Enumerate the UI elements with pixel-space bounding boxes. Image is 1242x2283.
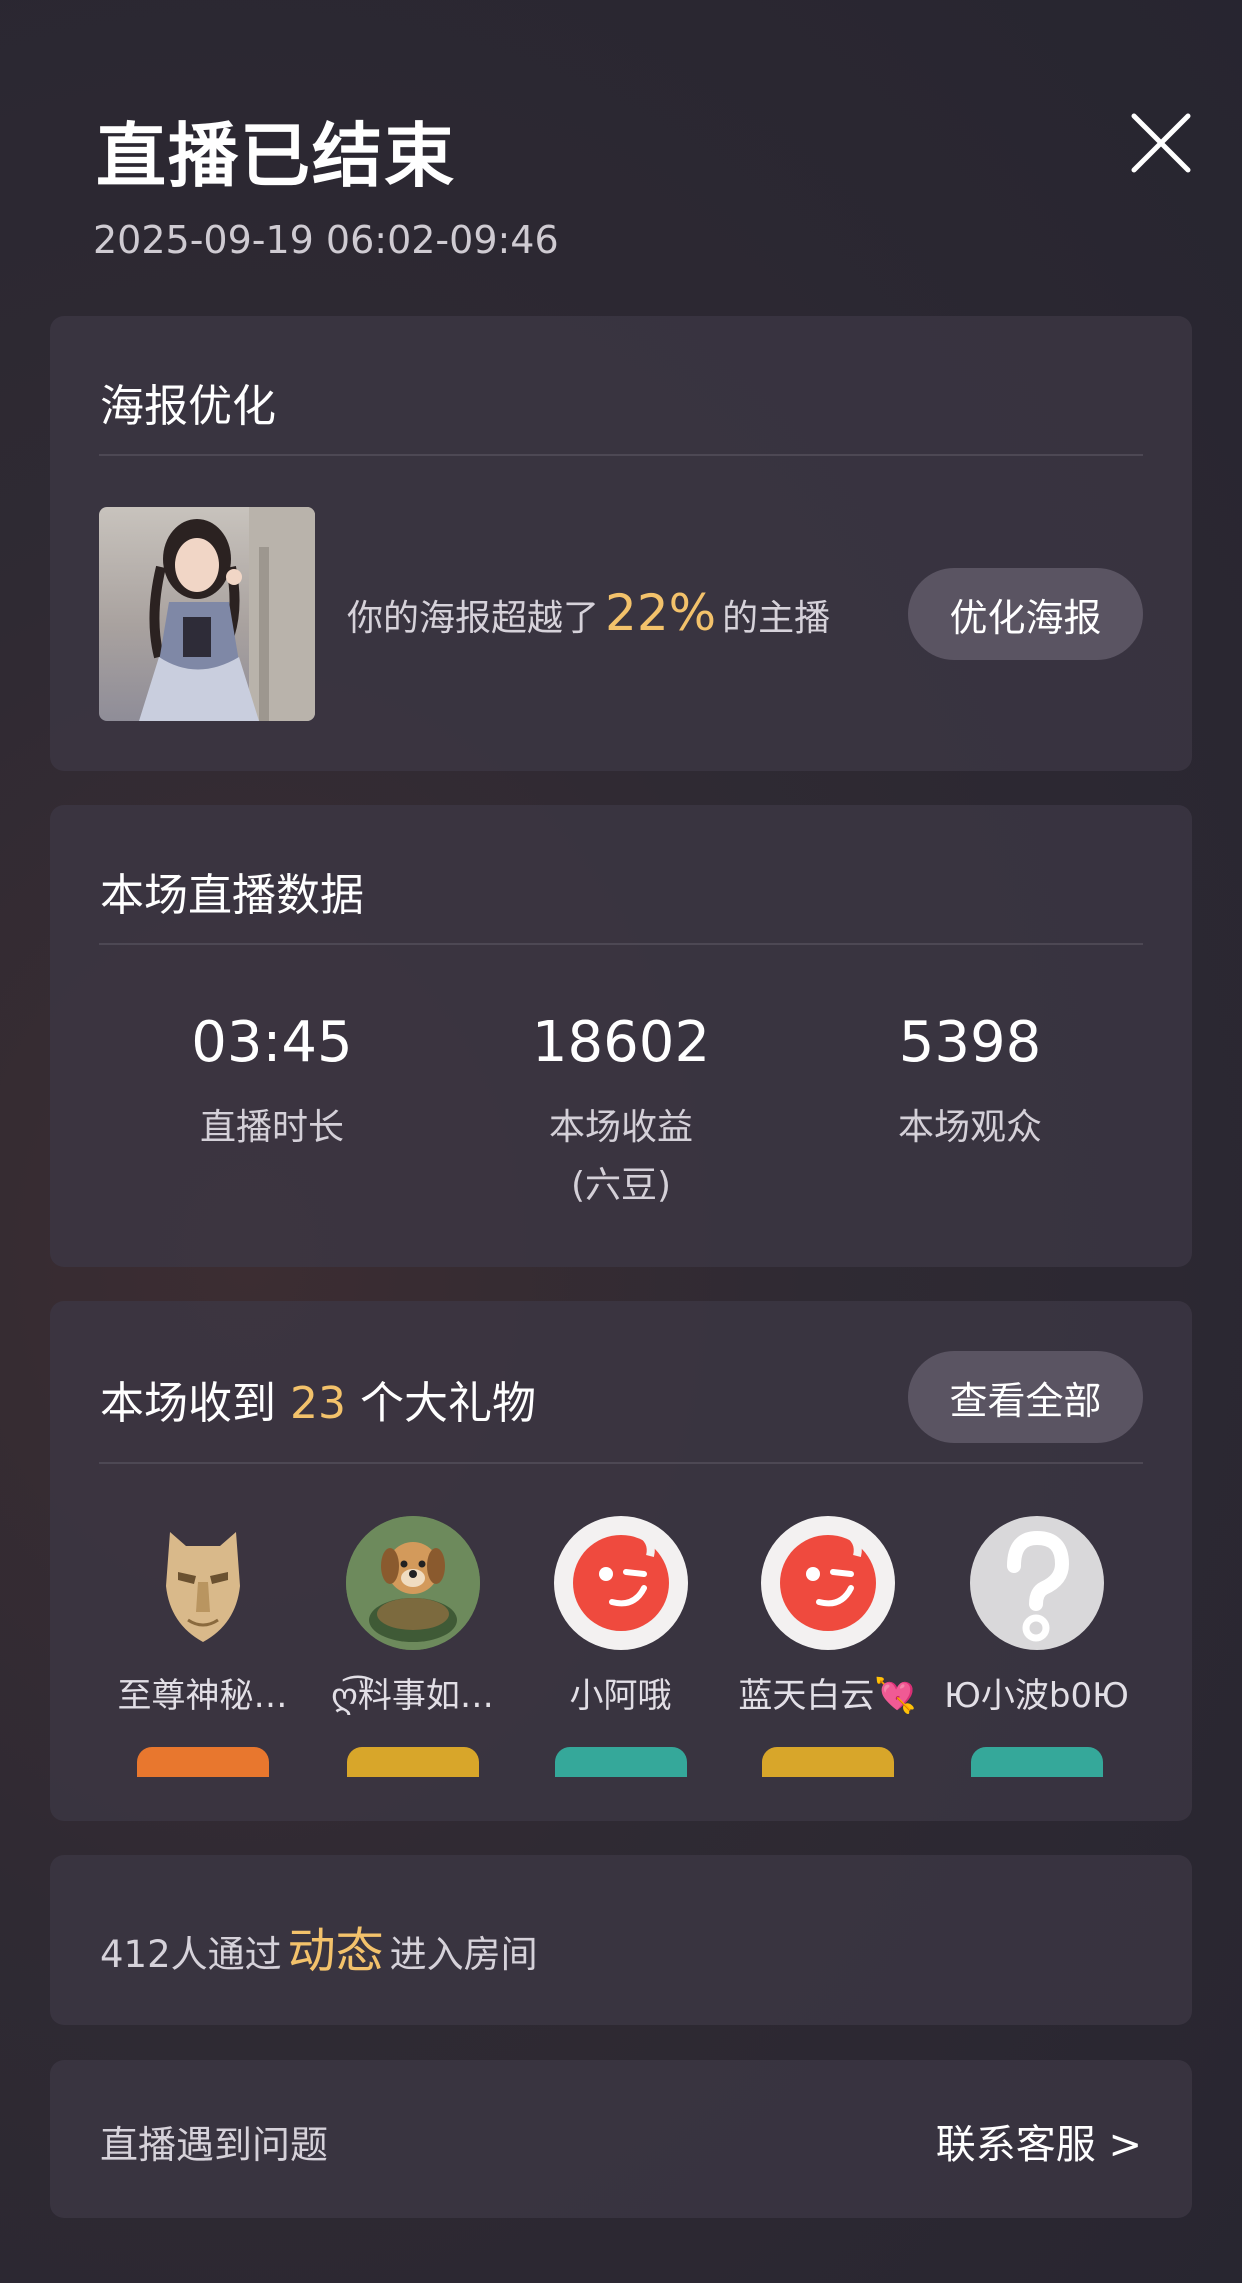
contact-support-link[interactable]: 联系客服 > [936, 2112, 1142, 2170]
stat-income: 18602 本场收益 (六豆) [451, 1010, 791, 1215]
stat-value: 03:45 [191, 1010, 353, 1075]
gifts-card-title: 本场收到 23 个大礼物 [100, 1367, 536, 1431]
divider [99, 454, 1143, 456]
stat-duration: 03:45 直播时长 [102, 1010, 442, 1157]
gifter-item[interactable]: 小阿哦 [518, 1516, 723, 1777]
gifter-name: Ю小波b0Ю [944, 1676, 1129, 1716]
mask-icon [136, 1516, 270, 1650]
poster-card: 海报优化 你的海报超越了 22% 的主播 优化海报 [50, 316, 1192, 771]
gifts-title-suffix: 个大礼物 [360, 1378, 536, 1429]
level-badge [554, 1747, 687, 1777]
close-button[interactable] [1130, 112, 1192, 174]
stats-card-title: 本场直播数据 [100, 870, 364, 921]
divider [99, 1462, 1143, 1464]
gifts-card: 本场收到 23 个大礼物 查看全部 至尊神秘… ღ͡料事如… 小阿哦 蓝天白云💘… [50, 1301, 1192, 1821]
stat-label-main: 本场收益 [548, 1107, 693, 1148]
level-badge [970, 1747, 1103, 1777]
view-all-button[interactable]: 查看全部 [908, 1351, 1143, 1443]
poster-thumbnail[interactable] [99, 507, 315, 721]
wink-face-icon [553, 1516, 688, 1650]
divider [99, 943, 1143, 945]
optimize-poster-button[interactable]: 优化海报 [908, 568, 1143, 660]
moments-link[interactable]: 动态 [288, 1923, 384, 1979]
gifter-item[interactable]: Ю小波b0Ю [934, 1516, 1139, 1777]
poster-percent: 22% [605, 584, 717, 642]
poster-text-suffix: 的主播 [722, 598, 831, 639]
help-text: 直播遇到问题 [100, 2123, 329, 2167]
stat-label: 本场收益 (六豆) [451, 1099, 791, 1215]
page-title: 直播已结束 [96, 115, 456, 197]
gifter-item[interactable]: 蓝天白云💘 [725, 1516, 930, 1777]
stat-value: 18602 [531, 1010, 711, 1075]
stat-value: 5398 [898, 1010, 1042, 1075]
dog-icon [345, 1516, 480, 1650]
moments-prefix: 412人通过 [100, 1933, 282, 1976]
poster-image [139, 507, 315, 721]
poster-rank-text: 你的海报超越了 22% 的主播 [347, 584, 830, 642]
question-icon [969, 1516, 1104, 1650]
gifter-name: 至尊神秘… [117, 1676, 288, 1716]
live-time-range: 2025-09-19 06:02-09:46 [93, 218, 559, 262]
poster-card-title: 海报优化 [100, 381, 276, 432]
gifter-item[interactable]: ღ͡料事如… [310, 1516, 515, 1777]
stat-viewers: 5398 本场观众 [800, 1010, 1140, 1157]
gifter-item[interactable]: 至尊神秘… [100, 1516, 305, 1777]
stat-label: 本场观众 [897, 1107, 1042, 1148]
poster-text-prefix: 你的海报超越了 [347, 598, 600, 639]
level-badge [346, 1747, 479, 1777]
wink-face-icon [760, 1516, 895, 1650]
gifter-name: 蓝天白云💘 [738, 1676, 917, 1716]
stat-label: 直播时长 [199, 1107, 344, 1148]
gifter-name: 小阿哦 [569, 1676, 672, 1716]
moments-entry-text: 412人通过 动态 进入房间 [100, 1911, 538, 1981]
gifts-title-prefix: 本场收到 [100, 1378, 276, 1429]
moments-card: 412人通过 动态 进入房间 [50, 1855, 1192, 2025]
moments-suffix: 进入房间 [389, 1933, 538, 1976]
close-icon [1131, 113, 1191, 173]
gifts-count: 23 [290, 1378, 346, 1429]
stat-label-unit: (六豆) [570, 1165, 672, 1206]
help-card[interactable]: 直播遇到问题 联系客服 > [50, 2060, 1192, 2218]
gifter-name: ღ͡料事如… [331, 1676, 494, 1716]
level-badge [761, 1747, 894, 1777]
level-badge [136, 1747, 269, 1777]
live-stats-card: 本场直播数据 03:45 直播时长 18602 本场收益 (六豆) 5398 本… [50, 805, 1192, 1267]
